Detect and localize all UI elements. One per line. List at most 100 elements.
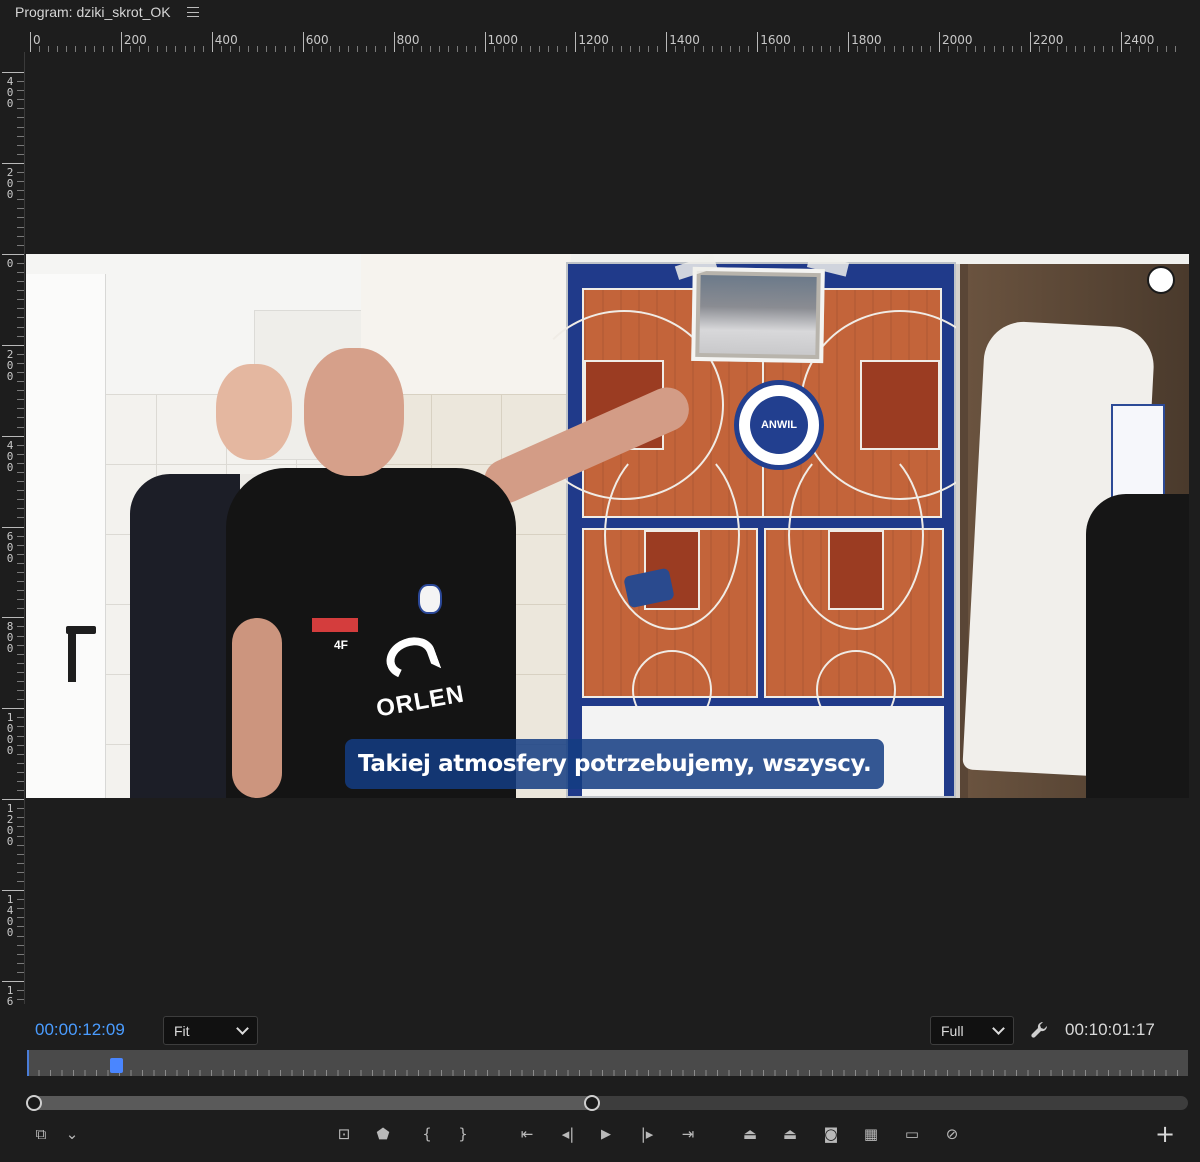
- ruler-minor-tick: [1084, 46, 1086, 52]
- program-monitor-video[interactable]: ANWIL 4F ORLEN: [26, 254, 1189, 798]
- ruler-minor-tick: [693, 46, 695, 52]
- export-frame-icon-left[interactable]: ⧉: [28, 1122, 54, 1146]
- settings-chevron-icon[interactable]: ⌄: [59, 1122, 85, 1146]
- ruler-minor-tick: [375, 46, 377, 52]
- ruler-major-tick: [30, 32, 31, 52]
- ruler-label: 1600: [760, 33, 791, 47]
- video-pinned-photo: [691, 266, 825, 364]
- ruler-major-tick: [2, 435, 24, 437]
- ruler-minor-tick: [17, 826, 24, 828]
- ruler-major-tick: [2, 799, 24, 801]
- ruler-major-tick: [666, 32, 668, 52]
- ruler-minor-tick: [1038, 46, 1040, 52]
- ruler-minor-tick: [357, 46, 359, 52]
- ruler-minor-tick: [17, 717, 24, 719]
- panel-titlebar: Program: dziki_skrot_OK: [0, 0, 1200, 24]
- add-button-icon[interactable]: +: [1152, 1120, 1178, 1148]
- ruler-minor-tick: [411, 46, 413, 52]
- ruler-minor-tick: [17, 290, 24, 292]
- watermark-logo-icon: [1147, 266, 1175, 294]
- add-marker-icon[interactable]: ⬟: [370, 1122, 396, 1146]
- ruler-minor-tick: [639, 46, 641, 52]
- comparison-view-icon[interactable]: ▦: [858, 1122, 884, 1146]
- ruler-minor-tick: [802, 46, 804, 52]
- ruler-major-tick: [848, 32, 850, 52]
- ruler-label: 400: [214, 33, 238, 47]
- ruler-major-tick: [939, 32, 940, 52]
- extract-icon[interactable]: ⏏: [777, 1122, 803, 1146]
- ruler-minor-tick: [17, 653, 24, 655]
- ruler-minor-tick: [17, 381, 24, 383]
- ruler-minor-tick: [17, 308, 24, 310]
- ruler-minor-tick: [1166, 46, 1168, 52]
- timeline-ruler[interactable]: [27, 1050, 1188, 1076]
- insert-search-icon[interactable]: ⊡: [331, 1122, 357, 1146]
- ruler-minor-tick: [17, 626, 24, 628]
- ruler-minor-tick: [17, 971, 24, 973]
- ruler-minor-tick: [17, 271, 24, 273]
- zoom-handle-left[interactable]: [26, 1095, 42, 1111]
- ruler-label: 2200: [1032, 33, 1064, 47]
- playhead-handle[interactable]: [110, 1058, 123, 1073]
- safe-margins-icon[interactable]: ▭: [899, 1122, 925, 1146]
- panel-title: Program: dziki_skrot_OK: [15, 4, 171, 20]
- hamburger-icon[interactable]: [186, 7, 199, 17]
- ruler-minor-tick: [448, 46, 450, 52]
- ruler-minor-tick: [1129, 46, 1131, 52]
- ruler-minor-tick: [429, 46, 431, 52]
- zoom-scrollbar[interactable]: [27, 1096, 1188, 1110]
- mark-out-icon[interactable]: }: [450, 1122, 476, 1146]
- ruler-minor-tick: [17, 917, 24, 919]
- current-timecode[interactable]: 00:00:12:09: [35, 1020, 125, 1040]
- ruler-minor-tick: [57, 46, 59, 52]
- ruler-minor-tick: [17, 126, 24, 128]
- ruler-major-tick: [2, 617, 24, 619]
- ruler-minor-tick: [257, 46, 259, 52]
- ruler-minor-tick: [1020, 46, 1022, 52]
- ruler-minor-tick: [17, 935, 24, 937]
- lift-icon[interactable]: ⏏: [737, 1122, 763, 1146]
- ruler-minor-tick: [248, 46, 250, 52]
- ruler-label: 4 0 0: [6, 438, 14, 474]
- ruler-label: 600: [305, 33, 329, 47]
- mark-in-icon[interactable]: {: [414, 1122, 440, 1146]
- ruler-divider: [24, 52, 25, 1004]
- ruler-label: 2000: [942, 33, 973, 47]
- ruler-label: 0: [6, 256, 14, 270]
- zoom-handle-right[interactable]: [584, 1095, 600, 1111]
- caption-subtitle[interactable]: Takiej atmosfery potrzebujemy, wszyscy.: [345, 739, 885, 789]
- ruler-minor-tick: [17, 417, 24, 419]
- ruler-minor-tick: [348, 46, 350, 52]
- ruler-label: 1 0 0 0: [6, 711, 14, 758]
- playback-resolution-select[interactable]: Full: [930, 1016, 1014, 1045]
- ruler-minor-tick: [193, 46, 195, 52]
- ruler-minor-tick: [17, 571, 24, 573]
- zoom-level-select[interactable]: Fit: [163, 1016, 258, 1045]
- play-icon[interactable]: ▶: [593, 1122, 619, 1146]
- ruler-minor-tick: [17, 208, 24, 210]
- ruler-minor-tick: [611, 46, 613, 52]
- ruler-minor-tick: [139, 46, 141, 52]
- ruler-minor-tick: [239, 46, 241, 52]
- duration-timecode: 00:10:01:17: [1065, 1020, 1155, 1039]
- ruler-minor-tick: [17, 299, 24, 301]
- ruler-minor-tick: [339, 46, 341, 52]
- export-frame-icon[interactable]: ◙: [818, 1122, 844, 1146]
- ruler-major-tick: [1029, 32, 1031, 52]
- ruler-minor-tick: [311, 46, 313, 52]
- wrench-settings-icon[interactable]: [1030, 1020, 1050, 1040]
- step-forward-icon[interactable]: |▸: [634, 1122, 660, 1146]
- ruler-minor-tick: [266, 46, 268, 52]
- go-to-in-icon[interactable]: ⇤: [514, 1122, 540, 1146]
- ruler-minor-tick: [420, 46, 422, 52]
- ruler-label: 6 0 0: [6, 529, 14, 565]
- ruler-minor-tick: [775, 46, 777, 52]
- ruler-minor-tick: [17, 853, 24, 855]
- ruler-minor-tick: [17, 944, 24, 946]
- go-to-out-icon[interactable]: ⇥: [675, 1122, 701, 1146]
- proxy-toggle-icon[interactable]: ⊘: [939, 1122, 965, 1146]
- ruler-label: 2 0 0: [6, 165, 14, 201]
- ruler-minor-tick: [17, 771, 24, 773]
- step-back-icon[interactable]: ◂|: [555, 1122, 581, 1146]
- ruler-minor-tick: [1057, 46, 1059, 52]
